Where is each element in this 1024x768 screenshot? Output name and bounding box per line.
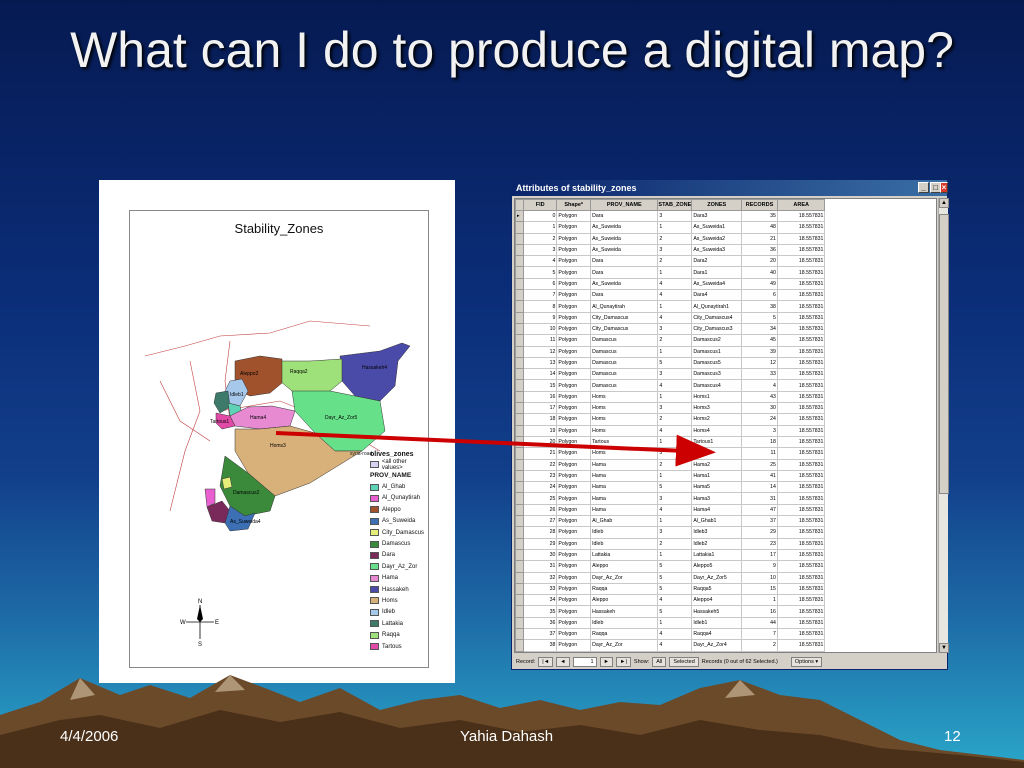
footer-date: 4/4/2006 [60, 728, 119, 745]
arrow-line [275, 431, 716, 467]
mountain-decoration [0, 675, 1024, 768]
footer-author: Yahia Dahash [460, 728, 554, 745]
footer-page-number: 12 [944, 728, 961, 745]
